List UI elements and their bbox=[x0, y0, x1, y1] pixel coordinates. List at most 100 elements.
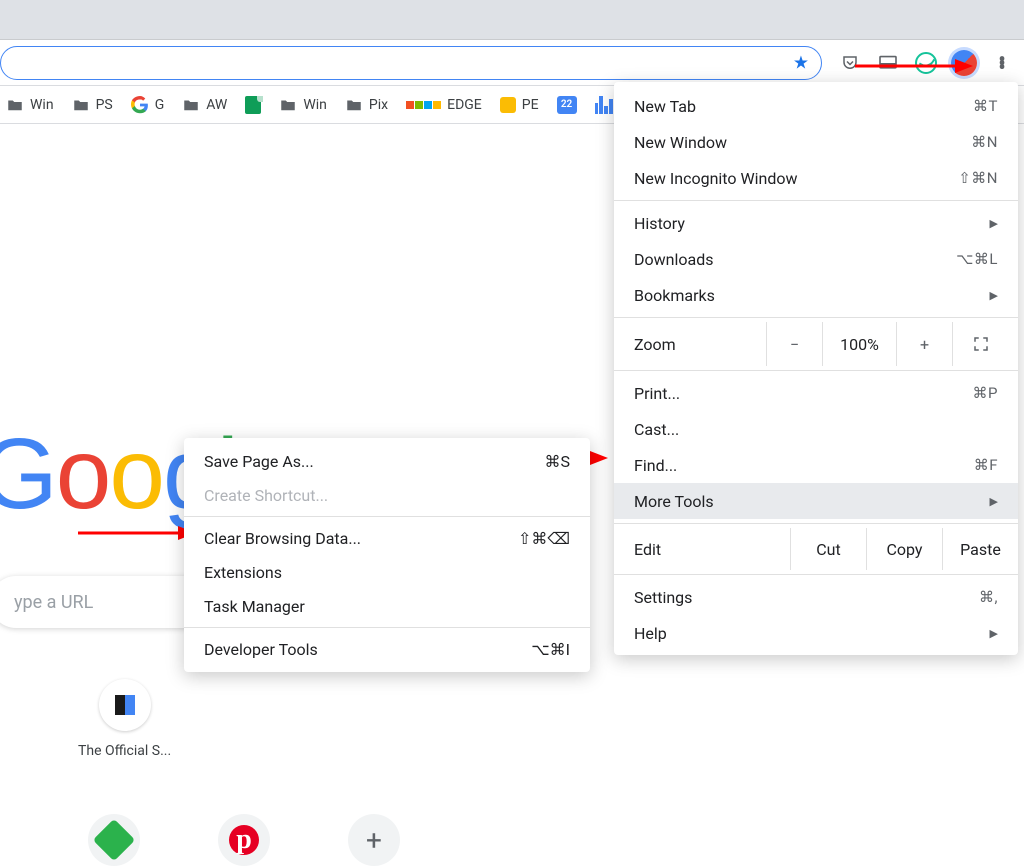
bookmark-folder[interactable]: Pix bbox=[345, 96, 388, 114]
submenu-item-create-shortcut: Create Shortcut... bbox=[184, 478, 590, 512]
more-tools-submenu: Save Page As... ⌘S Create Shortcut... Cl… bbox=[184, 438, 590, 672]
chrome-menu: New Tab ⌘T New Window ⌘N New Incognito W… bbox=[614, 82, 1018, 655]
menu-shortcut: ⌘S bbox=[545, 452, 571, 471]
menu-item-downloads[interactable]: Downloads ⌥⌘L bbox=[614, 241, 1018, 277]
bookmark-star-icon[interactable]: ★ bbox=[793, 52, 809, 73]
ntp-tile[interactable]: The Official S... bbox=[78, 679, 171, 759]
tile-label: The Official S... bbox=[78, 743, 171, 759]
pocket-extension-icon[interactable] bbox=[836, 49, 864, 77]
menu-shortcut: ⌘T bbox=[973, 97, 998, 115]
menu-item-new-tab[interactable]: New Tab ⌘T bbox=[614, 88, 1018, 124]
menu-label: Task Manager bbox=[204, 597, 305, 616]
menu-item-more-tools[interactable]: More Tools ▶ bbox=[614, 483, 1018, 519]
bookmark-label: G bbox=[155, 97, 165, 113]
menu-label: More Tools bbox=[634, 492, 714, 511]
bookmark-label: Win bbox=[303, 97, 327, 113]
calendar-favicon-icon: 22 bbox=[557, 96, 577, 114]
bookmark-item[interactable]: G bbox=[131, 96, 165, 114]
fullscreen-button[interactable] bbox=[952, 322, 1008, 366]
ntp-tiles-row: p + bbox=[88, 814, 400, 866]
toolbar-actions: ••• bbox=[836, 49, 1016, 77]
submenu-item-developer-tools[interactable]: Developer Tools ⌥⌘I bbox=[184, 632, 590, 666]
edit-paste-button[interactable]: Paste bbox=[942, 528, 1018, 570]
menu-shortcut: ⌥⌘L bbox=[956, 250, 998, 268]
bookmark-item[interactable] bbox=[245, 96, 261, 114]
feedly-icon bbox=[93, 819, 135, 861]
logo-letter: o bbox=[56, 424, 110, 524]
menu-label: Bookmarks bbox=[634, 286, 715, 305]
submenu-item-save-page[interactable]: Save Page As... ⌘S bbox=[184, 444, 590, 478]
menu-shortcut: ⌘F bbox=[974, 456, 998, 474]
ntp-tiles-row: humi The Official S... bbox=[0, 679, 171, 759]
bookmark-item[interactable]: PE bbox=[500, 97, 539, 113]
menu-label: Save Page As... bbox=[204, 452, 314, 471]
menu-label: Help bbox=[634, 624, 667, 643]
ntp-tile[interactable]: p bbox=[218, 814, 270, 866]
edit-cut-button[interactable]: Cut bbox=[790, 528, 866, 570]
bookmark-folder[interactable]: PS bbox=[72, 96, 113, 114]
edge-favicon-icon bbox=[406, 101, 441, 109]
menu-label: Developer Tools bbox=[204, 640, 318, 659]
edit-copy-button[interactable]: Copy bbox=[866, 528, 942, 570]
menu-shortcut: ⌘P bbox=[973, 384, 998, 402]
bookmark-folder[interactable]: Win bbox=[6, 96, 54, 114]
menu-label: New Window bbox=[634, 133, 727, 152]
bookmark-item[interactable]: 22 bbox=[557, 96, 577, 114]
zoom-value: 100% bbox=[822, 322, 896, 366]
logo-letter: G bbox=[0, 424, 56, 524]
bookmark-label: Pix bbox=[369, 97, 388, 113]
menu-item-edit: Edit Cut Copy Paste bbox=[614, 528, 1018, 570]
menu-label: Print... bbox=[634, 384, 680, 403]
bookmark-item[interactable]: EDGE bbox=[406, 97, 482, 113]
bookmark-folder[interactable]: Win bbox=[279, 96, 327, 114]
tab-strip[interactable] bbox=[0, 0, 1024, 40]
zoom-in-button[interactable]: + bbox=[896, 322, 952, 366]
pe-favicon-icon bbox=[500, 97, 516, 113]
equalizer-favicon-icon bbox=[595, 96, 613, 114]
browser-toolbar: ★ ••• bbox=[0, 40, 1024, 86]
download-tray-icon[interactable] bbox=[874, 49, 902, 77]
plus-icon: + bbox=[366, 824, 382, 857]
bookmark-item[interactable] bbox=[595, 96, 613, 114]
menu-label: New Incognito Window bbox=[634, 169, 798, 188]
chrome-menu-button[interactable]: ••• bbox=[988, 49, 1016, 77]
grammarly-extension-icon[interactable] bbox=[912, 49, 940, 77]
menu-label: Clear Browsing Data... bbox=[204, 529, 361, 548]
zoom-out-button[interactable]: − bbox=[766, 322, 822, 366]
menu-item-bookmarks[interactable]: Bookmarks ▶ bbox=[614, 277, 1018, 313]
pinterest-icon: p bbox=[229, 825, 259, 855]
menu-shortcut: ⌥⌘I bbox=[531, 640, 570, 659]
menu-item-history[interactable]: History ▶ bbox=[614, 205, 1018, 241]
chevron-right-icon: ▶ bbox=[990, 289, 998, 302]
menu-item-zoom: Zoom − 100% + bbox=[614, 322, 1018, 366]
menu-item-find[interactable]: Find... ⌘F bbox=[614, 447, 1018, 483]
menu-item-settings[interactable]: Settings ⌘, bbox=[614, 579, 1018, 615]
bookmark-label: AW bbox=[206, 97, 227, 113]
menu-item-help[interactable]: Help ▶ bbox=[614, 615, 1018, 651]
menu-item-cast[interactable]: Cast... bbox=[614, 411, 1018, 447]
ntp-tile[interactable] bbox=[88, 814, 140, 866]
sheets-favicon-icon bbox=[245, 96, 261, 114]
submenu-item-clear-browsing-data[interactable]: Clear Browsing Data... ⇧⌘⌫ bbox=[184, 521, 590, 555]
ntp-add-shortcut[interactable]: + bbox=[348, 814, 400, 866]
chevron-right-icon: ▶ bbox=[990, 495, 998, 508]
menu-item-new-window[interactable]: New Window ⌘N bbox=[614, 124, 1018, 160]
bookmark-folder[interactable]: AW bbox=[182, 96, 227, 114]
submenu-item-extensions[interactable]: Extensions bbox=[184, 555, 590, 589]
menu-label: History bbox=[634, 214, 685, 233]
submenu-item-task-manager[interactable]: Task Manager bbox=[184, 589, 590, 623]
menu-label: Extensions bbox=[204, 563, 282, 582]
bookmark-label: PE bbox=[522, 97, 539, 113]
menu-label: Downloads bbox=[634, 250, 713, 269]
google-favicon-icon bbox=[131, 96, 149, 114]
tile-icon bbox=[99, 679, 151, 731]
profile-avatar[interactable] bbox=[950, 49, 978, 77]
bookmark-label: Win bbox=[30, 97, 54, 113]
menu-item-print[interactable]: Print... ⌘P bbox=[614, 375, 1018, 411]
menu-label: Edit bbox=[614, 540, 790, 559]
menu-item-new-incognito[interactable]: New Incognito Window ⇧⌘N bbox=[614, 160, 1018, 196]
menu-label: New Tab bbox=[634, 97, 696, 116]
menu-shortcut: ⇧⌘⌫ bbox=[518, 529, 570, 548]
menu-label: Cast... bbox=[634, 420, 679, 439]
omnibox[interactable]: ★ bbox=[0, 46, 822, 80]
